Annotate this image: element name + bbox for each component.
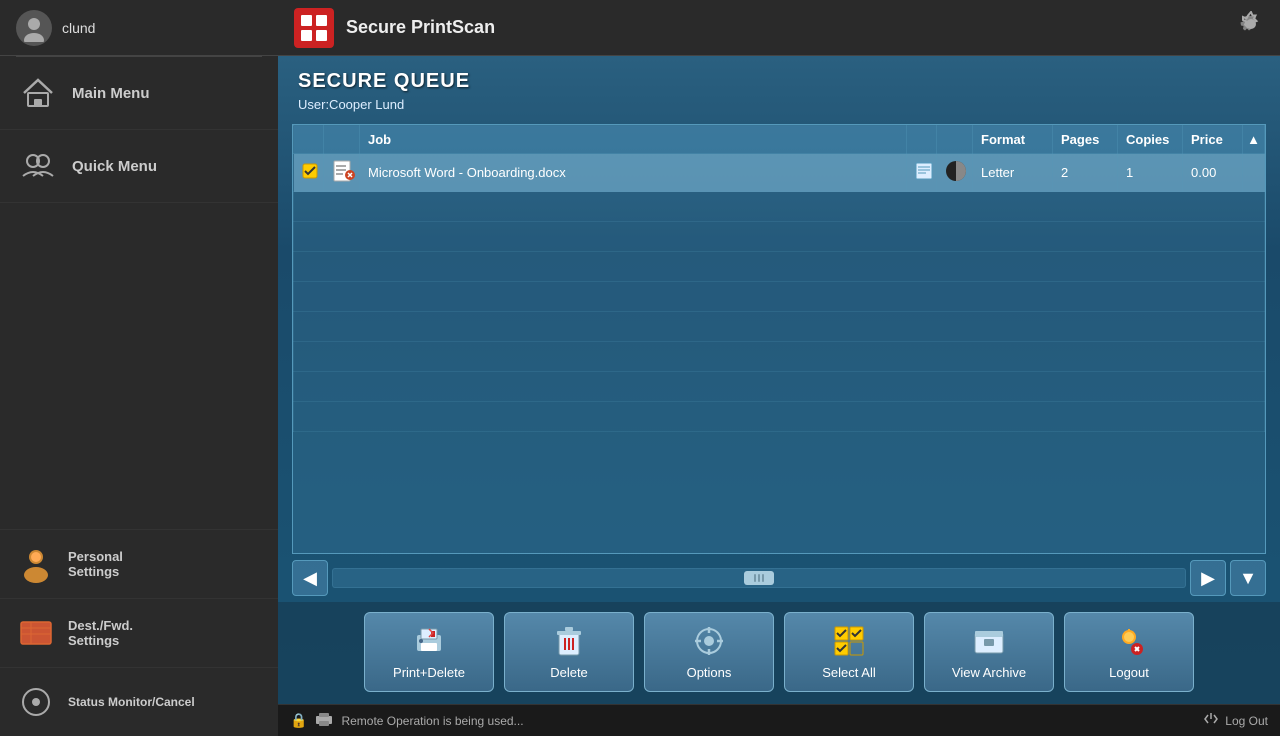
main-area: Secure PrintScan SECURE QUEUE User:Coope…: [278, 0, 1280, 736]
logout-button[interactable]: Logout: [1064, 612, 1194, 692]
personal-settings-icon: [16, 544, 56, 584]
user-header: clund: [0, 0, 278, 56]
delete-button[interactable]: Delete: [504, 612, 634, 692]
home-icon: [16, 71, 60, 115]
queue-header: SECURE QUEUE User:Cooper Lund: [278, 56, 1280, 116]
queue-title: SECURE QUEUE: [298, 70, 1260, 93]
cell-price: 0.00: [1183, 154, 1243, 192]
statusbar: 🔒 Remote Operation is being used... Log …: [278, 704, 1280, 736]
col-check-header: [294, 126, 324, 154]
delete-label: Delete: [550, 665, 588, 680]
select-all-label: Select All: [822, 665, 875, 680]
app-icon: [294, 8, 334, 48]
dest-fwd-icon: [16, 613, 56, 653]
avatar: [16, 10, 52, 46]
sidebar-item-quick-menu[interactable]: Quick Menu: [0, 130, 278, 203]
dest-fwd-settings-label: Dest./Fwd. Settings: [68, 618, 133, 648]
status-monitor-icon: [16, 682, 56, 722]
hscroll-row: ◀ ▶ ▼: [278, 554, 1280, 602]
table-row-empty: [294, 402, 1265, 432]
job-table: Job Format Pages Copies: [293, 125, 1265, 432]
table-row[interactable]: Microsoft Word - Onboarding.docx: [294, 154, 1265, 192]
status-monitor-label: Status Monitor/Cancel: [68, 695, 195, 709]
quick-menu-icon: [16, 144, 60, 188]
hscroll-track[interactable]: [332, 568, 1186, 588]
print-delete-icon: [413, 625, 445, 661]
cell-format: Letter: [973, 154, 1053, 192]
logout-label: Logout: [1109, 665, 1149, 680]
sidebar-item-personal-settings[interactable]: Personal Settings: [0, 529, 278, 598]
col-icon3-header: [937, 126, 973, 154]
hscroll-handle: [744, 571, 774, 585]
scroll-up-btn[interactable]: ▲: [1251, 132, 1256, 147]
cell-check: [294, 154, 324, 192]
status-right: Log Out: [1203, 711, 1268, 730]
view-archive-label: View Archive: [952, 665, 1026, 680]
table-row-empty: [294, 282, 1265, 312]
sidebar-item-label-main-menu: Main Menu: [72, 85, 150, 102]
table-row-empty: [294, 252, 1265, 282]
gear-icon[interactable]: [1238, 11, 1264, 44]
cell-job-name: Microsoft Word - Onboarding.docx: [360, 154, 907, 192]
app-title: Secure PrintScan: [346, 17, 1238, 38]
delete-icon: [553, 625, 585, 661]
view-archive-icon: [973, 625, 1005, 661]
select-all-icon: [833, 625, 865, 661]
table-row-empty: [294, 342, 1265, 372]
view-archive-button[interactable]: View Archive: [924, 612, 1054, 692]
status-left: 🔒 Remote Operation is being used...: [290, 712, 1203, 729]
col-price-header: Price: [1183, 126, 1243, 154]
cell-job-icon: [324, 154, 360, 192]
logout-status-icon: [1203, 711, 1219, 730]
cell-color-icon: [937, 154, 973, 192]
username: clund: [62, 20, 95, 36]
col-format-header: Format: [973, 126, 1053, 154]
col-pages-header: Pages: [1053, 126, 1118, 154]
table-row-empty: [294, 312, 1265, 342]
sidebar: clund Main Menu Quick Menu: [0, 0, 278, 736]
lock-icon: 🔒: [290, 712, 307, 729]
cell-doc-icon: [907, 154, 937, 192]
print-delete-button[interactable]: Print+Delete: [364, 612, 494, 692]
col-copies-header: Copies: [1118, 126, 1183, 154]
table-row-empty: [294, 372, 1265, 402]
sidebar-item-dest-fwd-settings[interactable]: Dest./Fwd. Settings: [0, 598, 278, 667]
options-label: Options: [687, 665, 732, 680]
print-delete-label: Print+Delete: [393, 665, 465, 680]
printer-status-icon: [315, 712, 333, 729]
select-all-button[interactable]: Select All: [784, 612, 914, 692]
table-row-empty: [294, 222, 1265, 252]
logout-icon: [1113, 625, 1145, 661]
scroll-left-btn[interactable]: ◀: [292, 560, 328, 596]
scroll-down-btn[interactable]: ▼: [1230, 560, 1266, 596]
options-icon: [693, 625, 725, 661]
logout-status-label[interactable]: Log Out: [1225, 714, 1268, 728]
cell-pages: 2: [1053, 154, 1118, 192]
scroll-right-btn[interactable]: ▶: [1190, 560, 1226, 596]
sidebar-item-main-menu[interactable]: Main Menu: [0, 57, 278, 130]
options-button[interactable]: Options: [644, 612, 774, 692]
remote-op-message: Remote Operation is being used...: [341, 714, 523, 728]
sidebar-item-label-quick-menu: Quick Menu: [72, 158, 157, 175]
topbar: Secure PrintScan: [278, 0, 1280, 56]
col-icon1-header: [324, 126, 360, 154]
col-icon2-header: [907, 126, 937, 154]
queue-user: User:Cooper Lund: [298, 97, 1260, 112]
cell-row-action: [1243, 154, 1265, 192]
table-scroll-area: Job Format Pages Copies: [293, 125, 1265, 553]
job-table-container: Job Format Pages Copies: [292, 124, 1266, 554]
col-scroll-header: ▲: [1243, 126, 1265, 154]
bottom-buttons: Print+Delete Delete: [278, 602, 1280, 704]
col-job-header: Job: [360, 126, 907, 154]
queue-area: SECURE QUEUE User:Cooper Lund: [278, 56, 1280, 704]
table-row-empty: [294, 192, 1265, 222]
table-header-row: Job Format Pages Copies: [294, 126, 1265, 154]
cell-copies: 1: [1118, 154, 1183, 192]
personal-settings-label: Personal Settings: [68, 549, 123, 579]
sidebar-item-status-monitor[interactable]: Status Monitor/Cancel: [0, 667, 278, 736]
